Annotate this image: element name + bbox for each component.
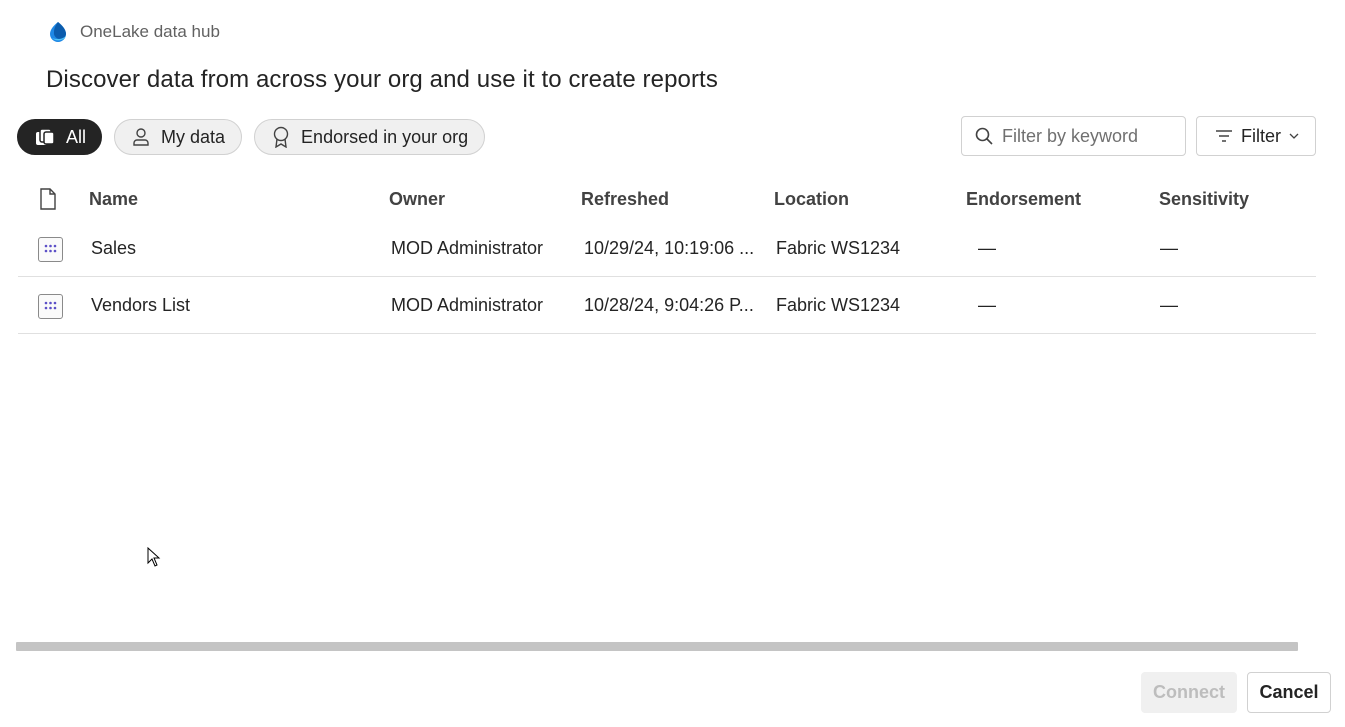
- data-table: Name Owner Refreshed Location Endorsemen…: [18, 178, 1316, 334]
- chevron-down-icon: [1289, 133, 1299, 139]
- header: OneLake data hub: [46, 20, 220, 44]
- pill-all[interactable]: All: [17, 119, 103, 155]
- horizontal-scrollbar[interactable]: [16, 642, 1298, 651]
- onelake-logo-icon: [50, 22, 66, 42]
- column-header-refreshed[interactable]: Refreshed: [581, 189, 669, 210]
- table-header: Name Owner Refreshed Location Endorsemen…: [18, 178, 1316, 220]
- column-header-name[interactable]: Name: [89, 189, 138, 210]
- pill-endorsed-label: Endorsed in your org: [301, 126, 469, 147]
- row-location: Fabric WS1234: [776, 295, 901, 315]
- row-owner: MOD Administrator: [391, 295, 544, 315]
- pill-endorsed[interactable]: Endorsed in your org: [254, 119, 486, 155]
- connect-button[interactable]: Connect: [1141, 672, 1237, 713]
- cancel-button[interactable]: Cancel: [1247, 672, 1331, 713]
- page-title: Discover data from across your org and u…: [46, 66, 718, 93]
- row-refreshed: 10/28/24, 9:04:26 P...: [584, 295, 754, 315]
- filter-label: Filter: [1241, 125, 1281, 146]
- column-header-location[interactable]: Location: [774, 189, 849, 210]
- row-endorsement: —: [978, 295, 996, 315]
- table-row[interactable]: Vendors List MOD Administrator 10/28/24,…: [18, 277, 1316, 334]
- search-box[interactable]: [961, 116, 1186, 156]
- search-input[interactable]: [1002, 125, 1172, 147]
- search-icon: [975, 127, 993, 145]
- column-header-sensitivity[interactable]: Sensitivity: [1159, 189, 1249, 210]
- dataset-icon: [38, 237, 63, 262]
- mouse-pointer-icon: [147, 547, 161, 567]
- row-location: Fabric WS1234: [776, 238, 901, 258]
- row-sensitivity: —: [1160, 295, 1178, 315]
- dataset-icon: [38, 294, 63, 319]
- row-refreshed: 10/29/24, 10:19:06 ...: [584, 238, 755, 258]
- file-type-icon: [40, 188, 56, 210]
- filter-button[interactable]: Filter: [1196, 116, 1316, 156]
- brand-title: OneLake data hub: [80, 22, 220, 41]
- row-endorsement: —: [978, 238, 996, 258]
- table-row[interactable]: Sales MOD Administrator 10/29/24, 10:19:…: [18, 220, 1316, 277]
- pill-my-data-label: My data: [161, 126, 226, 147]
- column-header-endorsement[interactable]: Endorsement: [966, 189, 1081, 210]
- person-icon: [133, 128, 149, 146]
- row-sensitivity: —: [1160, 238, 1178, 258]
- pill-my-data[interactable]: My data: [114, 119, 243, 155]
- row-owner: MOD Administrator: [391, 238, 544, 258]
- pill-all-label: All: [66, 126, 87, 147]
- stack-icon: [36, 128, 55, 145]
- scope-pills: All My data Endorsed in your org: [17, 119, 486, 155]
- row-name: Sales: [91, 238, 137, 258]
- row-name: Vendors List: [91, 295, 191, 315]
- ribbon-icon: [273, 126, 289, 148]
- column-header-owner[interactable]: Owner: [389, 189, 445, 210]
- filter-icon: [1216, 130, 1232, 142]
